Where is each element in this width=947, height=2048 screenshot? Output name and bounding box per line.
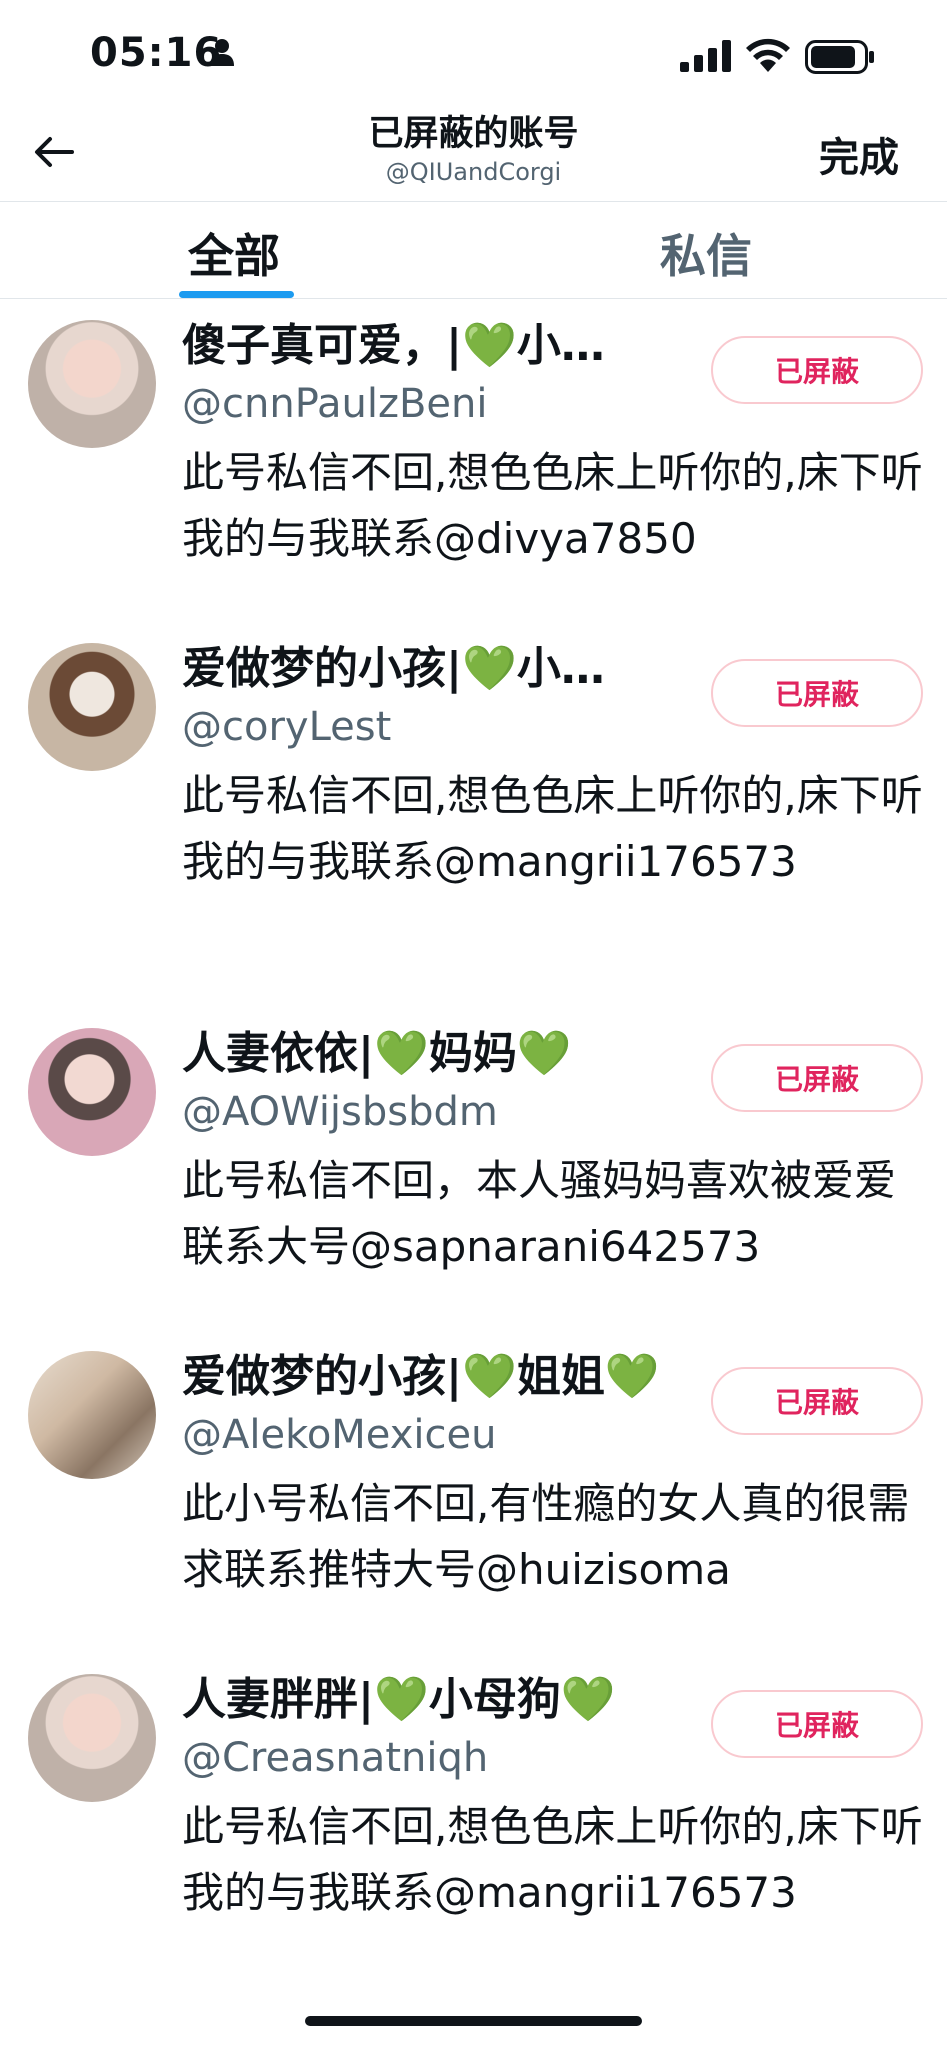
page-title: 已屏蔽的账号 [368,114,579,154]
account-name[interactable]: 人妻依依|💚妈妈💚 [182,1026,572,1082]
account-bio: 此小号私信不回,有性瘾的女人真的很需求联系推特大号@huizisoma [182,1479,910,1594]
account-bio: 此号私信不回,想色色床上听你的,床下听我的与我联系@mangrii176573 [182,1802,923,1917]
battery-icon [805,40,874,74]
account-name[interactable]: 傻子真可爱，|💚小… [182,318,605,374]
person-icon [210,39,234,66]
status-time: 05:16 [90,30,223,76]
account-handle[interactable]: @coryLest [182,701,391,753]
account-handle[interactable]: @Creasnatniqh [182,1732,488,1784]
tabs-divider [0,298,947,299]
page-subtitle: @QIUandCorgi [385,158,562,186]
tab-bar: 全部 私信 [0,202,947,298]
blocked-button[interactable]: 已屏蔽 [711,1690,923,1758]
blocked-button[interactable]: 已屏蔽 [711,1044,923,1112]
cellular-signal-icon [680,40,731,72]
blocked-account-row[interactable]: 傻子真可爱，|💚小… @cnnPaulzBeni 此号私信不回,想色色床上听你的… [0,300,947,610]
account-bio: 此号私信不回，本人骚妈妈喜欢被爱爱联系大号@sapnarani642573 [182,1156,897,1271]
active-tab-indicator [179,291,294,298]
tab-direct-messages[interactable]: 私信 [660,220,752,286]
wifi-icon [746,38,790,72]
tab-all[interactable]: 全部 [188,220,280,286]
blocked-account-row[interactable]: 爱做梦的小孩|💚小… @coryLest 此号私信不回,想色色床上听你的,床下听… [0,623,947,1003]
home-indicator[interactable] [305,2016,642,2026]
done-button[interactable]: 完成 [819,125,899,183]
account-name[interactable]: 爱做梦的小孩|💚姐姐💚 [182,1349,660,1405]
blocked-account-row[interactable]: 人妻胖胖|💚小母狗💚 @Creasnatniqh 此号私信不回,想色色床上听你的… [0,1654,947,2024]
account-handle[interactable]: @AlekoMexiceu [182,1409,496,1461]
avatar[interactable] [28,320,156,448]
avatar[interactable] [28,1674,156,1802]
header-title-block: 已屏蔽的账号 @QIUandCorgi [0,112,947,188]
blocked-account-row[interactable]: 爱做梦的小孩|💚姐姐💚 @AlekoMexiceu 此小号私信不回,有性瘾的女人… [0,1331,947,1641]
avatar[interactable] [28,643,156,771]
status-bar: 05:16 [0,0,947,110]
blocked-button[interactable]: 已屏蔽 [711,659,923,727]
account-bio: 此号私信不回,想色色床上听你的,床下听我的与我联系@mangrii176573 [182,771,923,886]
blocked-button[interactable]: 已屏蔽 [711,1367,923,1435]
avatar[interactable] [28,1351,156,1479]
account-handle[interactable]: @cnnPaulzBeni [182,378,488,430]
account-name[interactable]: 爱做梦的小孩|💚小… [182,641,605,697]
account-handle[interactable]: @AOWijsbsbdm [182,1086,498,1138]
blocked-account-row[interactable]: 人妻依依|💚妈妈💚 @AOWijsbsbdm 此号私信不回，本人骚妈妈喜欢被爱爱… [0,1008,947,1318]
account-bio: 此号私信不回,想色色床上听你的,床下听我的与我联系@divya7850 [182,448,923,563]
account-name[interactable]: 人妻胖胖|💚小母狗💚 [182,1672,616,1728]
blocked-button[interactable]: 已屏蔽 [711,336,923,404]
avatar[interactable] [28,1028,156,1156]
